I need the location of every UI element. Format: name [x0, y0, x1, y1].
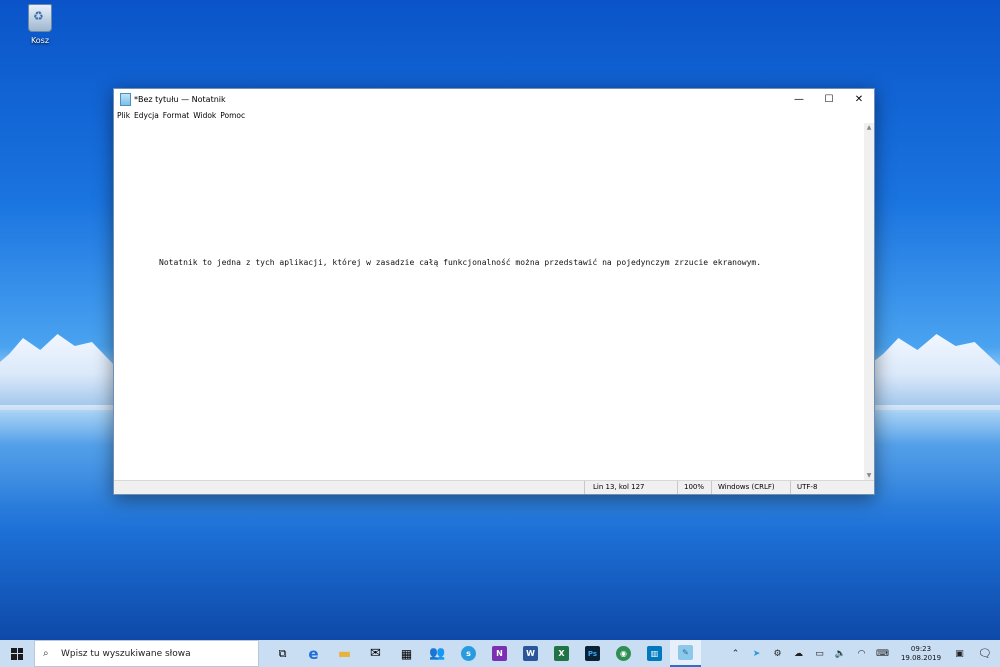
wifi-icon[interactable]: ◠ [851, 649, 872, 659]
maximize-button[interactable]: ☐ [814, 89, 844, 109]
notepad-app-icon[interactable] [120, 92, 131, 106]
clock-date: 19.08.2019 [900, 653, 942, 662]
calendar-icon[interactable]: ▦ [391, 640, 422, 667]
clock-time: 09:23 [910, 644, 932, 653]
document-text: Notatnik to jedna z tych aplikacji, któr… [159, 258, 762, 267]
mail-icon[interactable]: ✉ [360, 640, 391, 667]
window-title: *Bez tytułu — Notatnik [134, 94, 226, 104]
menu-view[interactable]: Widok [193, 111, 216, 120]
keyboard-icon[interactable]: ⌨ [872, 649, 893, 659]
task-view-icon[interactable]: ⧉ [267, 640, 298, 667]
telegram-icon[interactable]: ➤ [746, 649, 767, 659]
status-divider [790, 481, 791, 494]
status-divider [677, 481, 678, 494]
close-button[interactable]: ✕ [844, 89, 874, 109]
cloud-icon[interactable]: ☁ [788, 649, 809, 659]
taskbar: ⌕ Wpisz tu wyszukiwane słowa ⧉ e ▬ ✉ ▦ 👥… [0, 640, 1000, 667]
status-divider [584, 481, 585, 494]
onenote-icon[interactable]: N [484, 640, 515, 667]
menu-file[interactable]: Plik [117, 111, 130, 120]
recycle-bin-shortcut[interactable]: Kosz [18, 4, 62, 45]
trello-icon[interactable]: ▥ [639, 640, 670, 667]
taskbar-apps: ⧉ e ▬ ✉ ▦ 👥 s N W X Ps ◉ ▥ ✎ [267, 640, 701, 667]
wallpaper-mountains-right [873, 334, 1000, 410]
search-icon: ⌕ [43, 648, 49, 659]
vertical-scrollbar[interactable]: ▲ ▼ [864, 123, 874, 481]
clock[interactable]: 09:23 19.08.2019 [893, 645, 949, 663]
status-bar: Lin 13, kol 127 100% Windows (CRLF) UTF-… [114, 480, 874, 494]
line-endings: Windows (CRLF) [718, 483, 775, 491]
app-tray-icon[interactable]: ▣ [949, 649, 970, 659]
menu-format[interactable]: Format [163, 111, 189, 120]
status-divider [711, 481, 712, 494]
recycle-bin-label: Kosz [30, 36, 50, 45]
search-placeholder: Wpisz tu wyszukiwane słowa [61, 648, 191, 659]
taskbar-search[interactable]: ⌕ Wpisz tu wyszukiwane słowa [34, 640, 259, 667]
notepad-icon[interactable]: ✎ [670, 640, 701, 667]
wallpaper-mountains-left [0, 334, 115, 410]
word-icon[interactable]: W [515, 640, 546, 667]
menu-bar: Plik Edycja Format Widok Pomoc [114, 109, 874, 122]
recycle-bin-icon [28, 4, 52, 32]
excel-icon[interactable]: X [546, 640, 577, 667]
volume-icon[interactable]: 🔈 [830, 649, 851, 659]
scroll-up-icon[interactable]: ▲ [864, 123, 874, 133]
battery-icon[interactable]: ▭ [809, 649, 830, 659]
cursor-position: Lin 13, kol 127 [593, 483, 645, 491]
encoding: UTF-8 [797, 483, 818, 491]
notepad-window: *Bez tytułu — Notatnik — ☐ ✕ Plik Edycja… [113, 88, 875, 495]
edge-icon[interactable]: e [298, 640, 329, 667]
title-bar[interactable]: *Bez tytułu — Notatnik — ☐ ✕ [114, 89, 874, 109]
chevron-up-icon[interactable]: ⌃ [725, 649, 746, 659]
minimize-button[interactable]: — [784, 89, 814, 109]
text-editor-area[interactable]: Notatnik to jedna z tych aplikacji, któr… [114, 123, 864, 481]
skype-icon[interactable]: s [453, 640, 484, 667]
menu-edit[interactable]: Edycja [134, 111, 159, 120]
people-icon[interactable]: 👥 [422, 640, 453, 667]
photoshop-icon[interactable]: Ps [577, 640, 608, 667]
file-explorer-icon[interactable]: ▬ [329, 640, 360, 667]
menu-help[interactable]: Pomoc [220, 111, 245, 120]
system-tray: ⌃ ➤ ⚙ ☁ ▭ 🔈 ◠ ⌨ 09:23 19.08.2019 ▣ 🗨 [725, 640, 1000, 667]
zoom-level: 100% [684, 483, 705, 491]
action-center-icon[interactable]: 🗨 [970, 647, 1000, 660]
settings-icon[interactable]: ⚙ [767, 649, 788, 659]
windows-logo-icon [11, 647, 23, 660]
start-button[interactable] [0, 640, 34, 667]
chrome-icon[interactable]: ◉ [608, 640, 639, 667]
